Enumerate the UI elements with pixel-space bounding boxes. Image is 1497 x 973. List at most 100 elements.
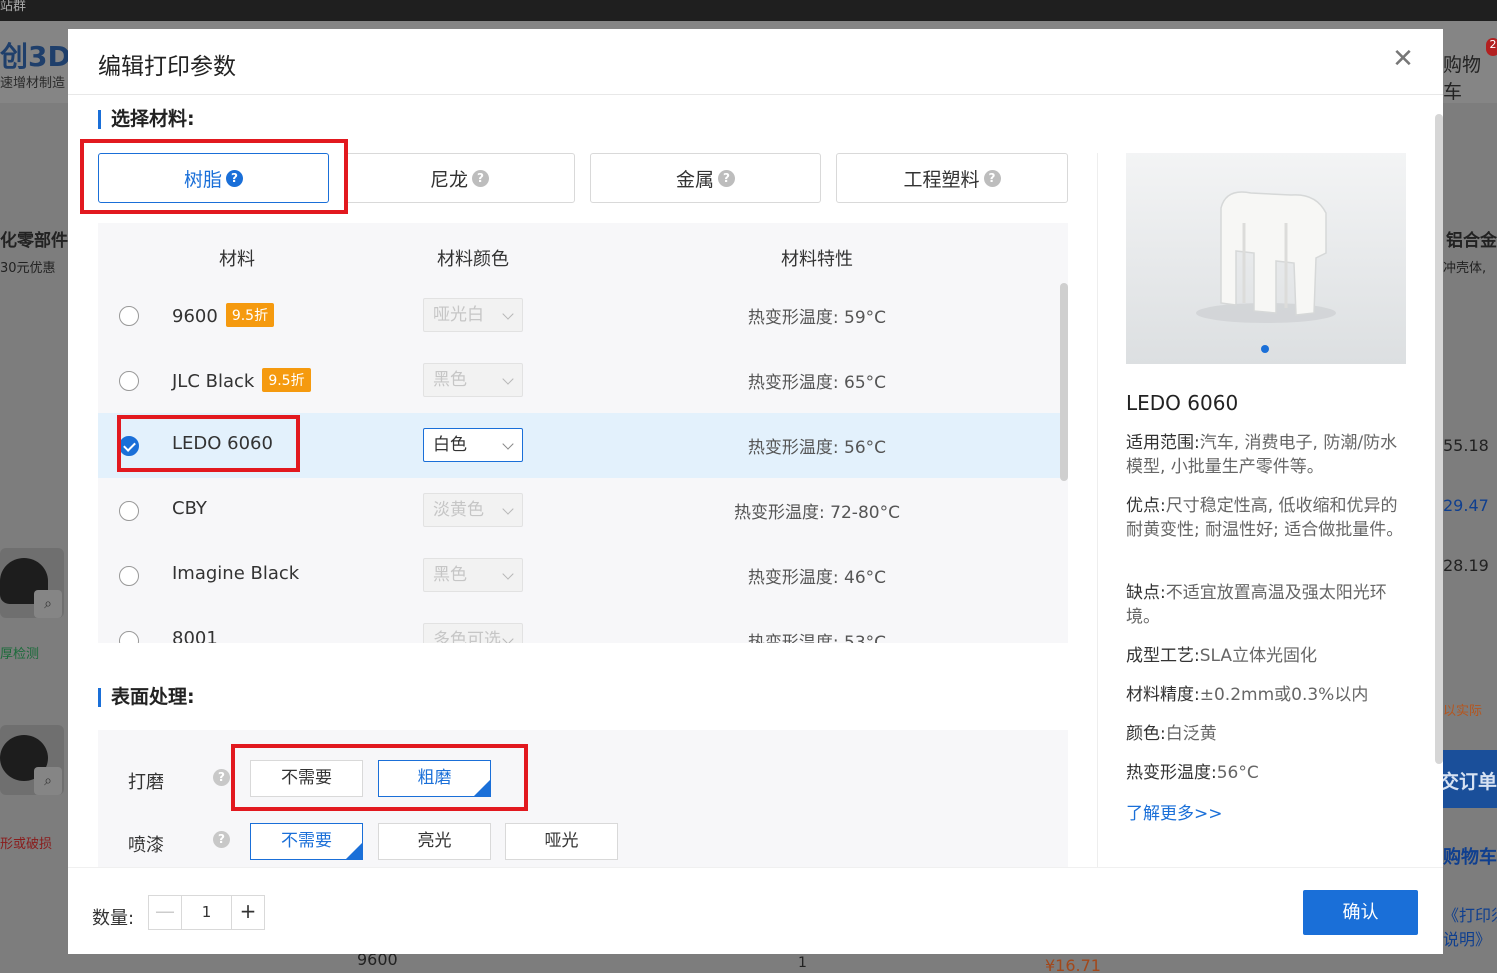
background-price-1: 55.18 bbox=[1443, 436, 1489, 455]
color-select[interactable]: 黑色 bbox=[423, 558, 523, 592]
background-cart-link: 购物车 bbox=[1443, 54, 1482, 103]
background-print-note-2: 说明》 bbox=[1443, 930, 1492, 949]
detail-color-key: 颜色: bbox=[1126, 724, 1166, 744]
material-name: 8001 bbox=[172, 628, 218, 643]
background-topbar: 站群 bbox=[0, 0, 1497, 21]
quantity-input[interactable]: 1 bbox=[182, 896, 231, 929]
zoom-icon-2: ⌕ bbox=[34, 767, 62, 795]
background-thumbnail-2: ⌕ bbox=[0, 725, 64, 795]
tab-metal[interactable]: 金属 ? bbox=[590, 153, 821, 203]
chevron-down-icon bbox=[502, 308, 514, 320]
material-radio[interactable] bbox=[119, 306, 139, 326]
material-radio[interactable] bbox=[119, 501, 139, 521]
table-row[interactable]: 9600 9.5折 哑光白 热变形温度: 59°C bbox=[98, 283, 1060, 348]
material-name: CBY bbox=[172, 498, 207, 519]
material-radio[interactable] bbox=[119, 631, 139, 643]
confirm-button[interactable]: 确认 bbox=[1303, 890, 1418, 935]
color-select-value: 黑色 bbox=[433, 565, 467, 585]
column-header-color: 材料颜色 bbox=[437, 249, 509, 270]
cart-badge: 2 bbox=[1486, 38, 1497, 56]
material-property: 热变形温度: 56°C bbox=[747, 438, 887, 458]
tab-engineering-plastic[interactable]: 工程塑料 ? bbox=[836, 153, 1068, 203]
material-name: JLC Black 9.5折 bbox=[172, 368, 311, 392]
material-name-text: JLC Black bbox=[172, 371, 255, 392]
detail-precision-key: 材料精度: bbox=[1126, 685, 1200, 705]
color-select-value: 哑光白 bbox=[433, 305, 484, 325]
color-select-value: 多色可选 bbox=[433, 630, 501, 643]
detail-usage-key: 适用范围: bbox=[1126, 433, 1200, 453]
background-price: ¥16.71 bbox=[1045, 956, 1101, 973]
column-header-property: 材料特性 bbox=[781, 249, 853, 270]
background-submit-label: 交订单 bbox=[1440, 771, 1497, 793]
detail-pros: 优点:尺寸稳定性高, 低收缩和优异的耐黄变性; 耐温性好; 适合做批量件。 bbox=[1126, 494, 1406, 542]
carousel-dot[interactable] bbox=[1261, 345, 1269, 353]
tab-nylon[interactable]: 尼龙 ? bbox=[344, 153, 575, 203]
color-select[interactable]: 哑光白 bbox=[423, 298, 523, 332]
color-select[interactable]: 多色可选 bbox=[423, 623, 523, 643]
detail-process: 成型工艺:SLA立体光固化 bbox=[1126, 644, 1406, 668]
table-row[interactable]: JLC Black 9.5折 黑色 热变形温度: 65°C bbox=[98, 348, 1060, 413]
table-row[interactable]: Imagine Black 黑色 热变形温度: 46°C bbox=[98, 543, 1060, 608]
paint-option-matte[interactable]: 哑光 bbox=[505, 823, 618, 860]
detail-process-key: 成型工艺: bbox=[1126, 646, 1200, 666]
detail-cons-value: 不适宜放置高温及强太阳光环境。 bbox=[1126, 583, 1387, 627]
material-radio[interactable] bbox=[119, 371, 139, 391]
background-brand-sub: 速增材制造 bbox=[0, 76, 66, 91]
help-icon[interactable]: ? bbox=[983, 169, 1001, 187]
chevron-down-icon bbox=[502, 568, 514, 580]
color-select-value: 淡黄色 bbox=[433, 500, 484, 520]
paint-option-none[interactable]: 不需要 bbox=[250, 823, 363, 860]
background-price-3: 28.19 bbox=[1443, 556, 1489, 575]
quantity-stepper: — 1 + bbox=[148, 895, 265, 930]
paint-option-gloss[interactable]: 亮光 bbox=[378, 823, 491, 860]
background-green-note: 厚检测 bbox=[0, 647, 40, 662]
chevron-down-icon bbox=[502, 438, 514, 450]
panel-divider bbox=[1097, 153, 1098, 868]
quantity-plus-button[interactable]: + bbox=[231, 896, 264, 929]
table-row[interactable]: 8001 多色可选 热变形温度: 53°C bbox=[98, 608, 1060, 643]
background-item-sub-right: 冲壳体, bbox=[1443, 261, 1487, 276]
detail-pros-key: 优点: bbox=[1126, 496, 1166, 516]
detail-pros-value: 尺寸稳定性高, 低收缩和优异的耐黄变性; 耐温性好; 适合做批量件。 bbox=[1126, 496, 1404, 540]
detail-cons: 缺点:不适宜放置高温及强太阳光环境。 bbox=[1126, 581, 1406, 629]
detail-process-value: SLA立体光固化 bbox=[1199, 646, 1318, 666]
help-icon[interactable]: ? bbox=[213, 831, 230, 848]
detail-hdt-key: 热变形温度: bbox=[1126, 763, 1217, 783]
discount-badge: 9.5折 bbox=[225, 303, 275, 327]
help-icon[interactable]: ? bbox=[472, 169, 489, 187]
table-scrollbar[interactable] bbox=[1060, 283, 1068, 481]
table-row[interactable]: CBY 淡黄色 热变形温度: 72-80°C bbox=[98, 478, 1060, 543]
color-select[interactable]: 白色 bbox=[423, 428, 523, 462]
material-property: 热变形温度: 59°C bbox=[747, 308, 887, 328]
material-name: Imagine Black bbox=[172, 563, 300, 584]
detail-cons-key: 缺点: bbox=[1126, 583, 1166, 603]
material-radio[interactable] bbox=[119, 566, 139, 586]
background-print-note-1: 《打印须 bbox=[1443, 906, 1497, 925]
modal-title: 编辑打印参数 bbox=[98, 54, 236, 80]
color-select[interactable]: 淡黄色 bbox=[423, 493, 523, 527]
background-orange-note: 以实际 bbox=[1443, 704, 1483, 719]
close-icon[interactable]: ✕ bbox=[1391, 46, 1415, 72]
color-select[interactable]: 黑色 bbox=[423, 363, 523, 397]
background-item-title: 化零部件 bbox=[0, 231, 68, 251]
material-name: 9600 9.5折 bbox=[172, 303, 275, 327]
tab-engineering-plastic-label: 工程塑料 bbox=[903, 168, 980, 191]
discount-badge: 9.5折 bbox=[262, 368, 311, 392]
background-qty: 1 bbox=[798, 955, 807, 971]
modal-scrollbar[interactable] bbox=[1435, 114, 1443, 764]
help-icon[interactable]: ? bbox=[213, 769, 230, 786]
background-price-2: 29.47 bbox=[1443, 496, 1489, 515]
help-icon[interactable]: ? bbox=[718, 169, 735, 187]
material-section-title: 选择材料: bbox=[98, 110, 195, 129]
tab-metal-label: 金属 bbox=[675, 168, 714, 191]
background-thumbnail: ⌕ bbox=[0, 548, 64, 618]
material-preview-image[interactable] bbox=[1126, 153, 1406, 364]
material-property: 热变形温度: 72-80°C bbox=[734, 503, 900, 523]
chevron-down-icon bbox=[502, 373, 514, 385]
detail-material-name: LEDO 6060 bbox=[1126, 391, 1239, 415]
material-property: 热变形温度: 65°C bbox=[747, 373, 887, 393]
learn-more-link[interactable]: 了解更多>> bbox=[1126, 799, 1223, 824]
quantity-minus-button[interactable]: — bbox=[149, 896, 182, 929]
detail-usage: 适用范围:汽车, 消费电子, 防潮/防水模型, 小批量生产零件等。 bbox=[1126, 431, 1406, 479]
modal-header: 编辑打印参数 ✕ bbox=[68, 29, 1443, 95]
